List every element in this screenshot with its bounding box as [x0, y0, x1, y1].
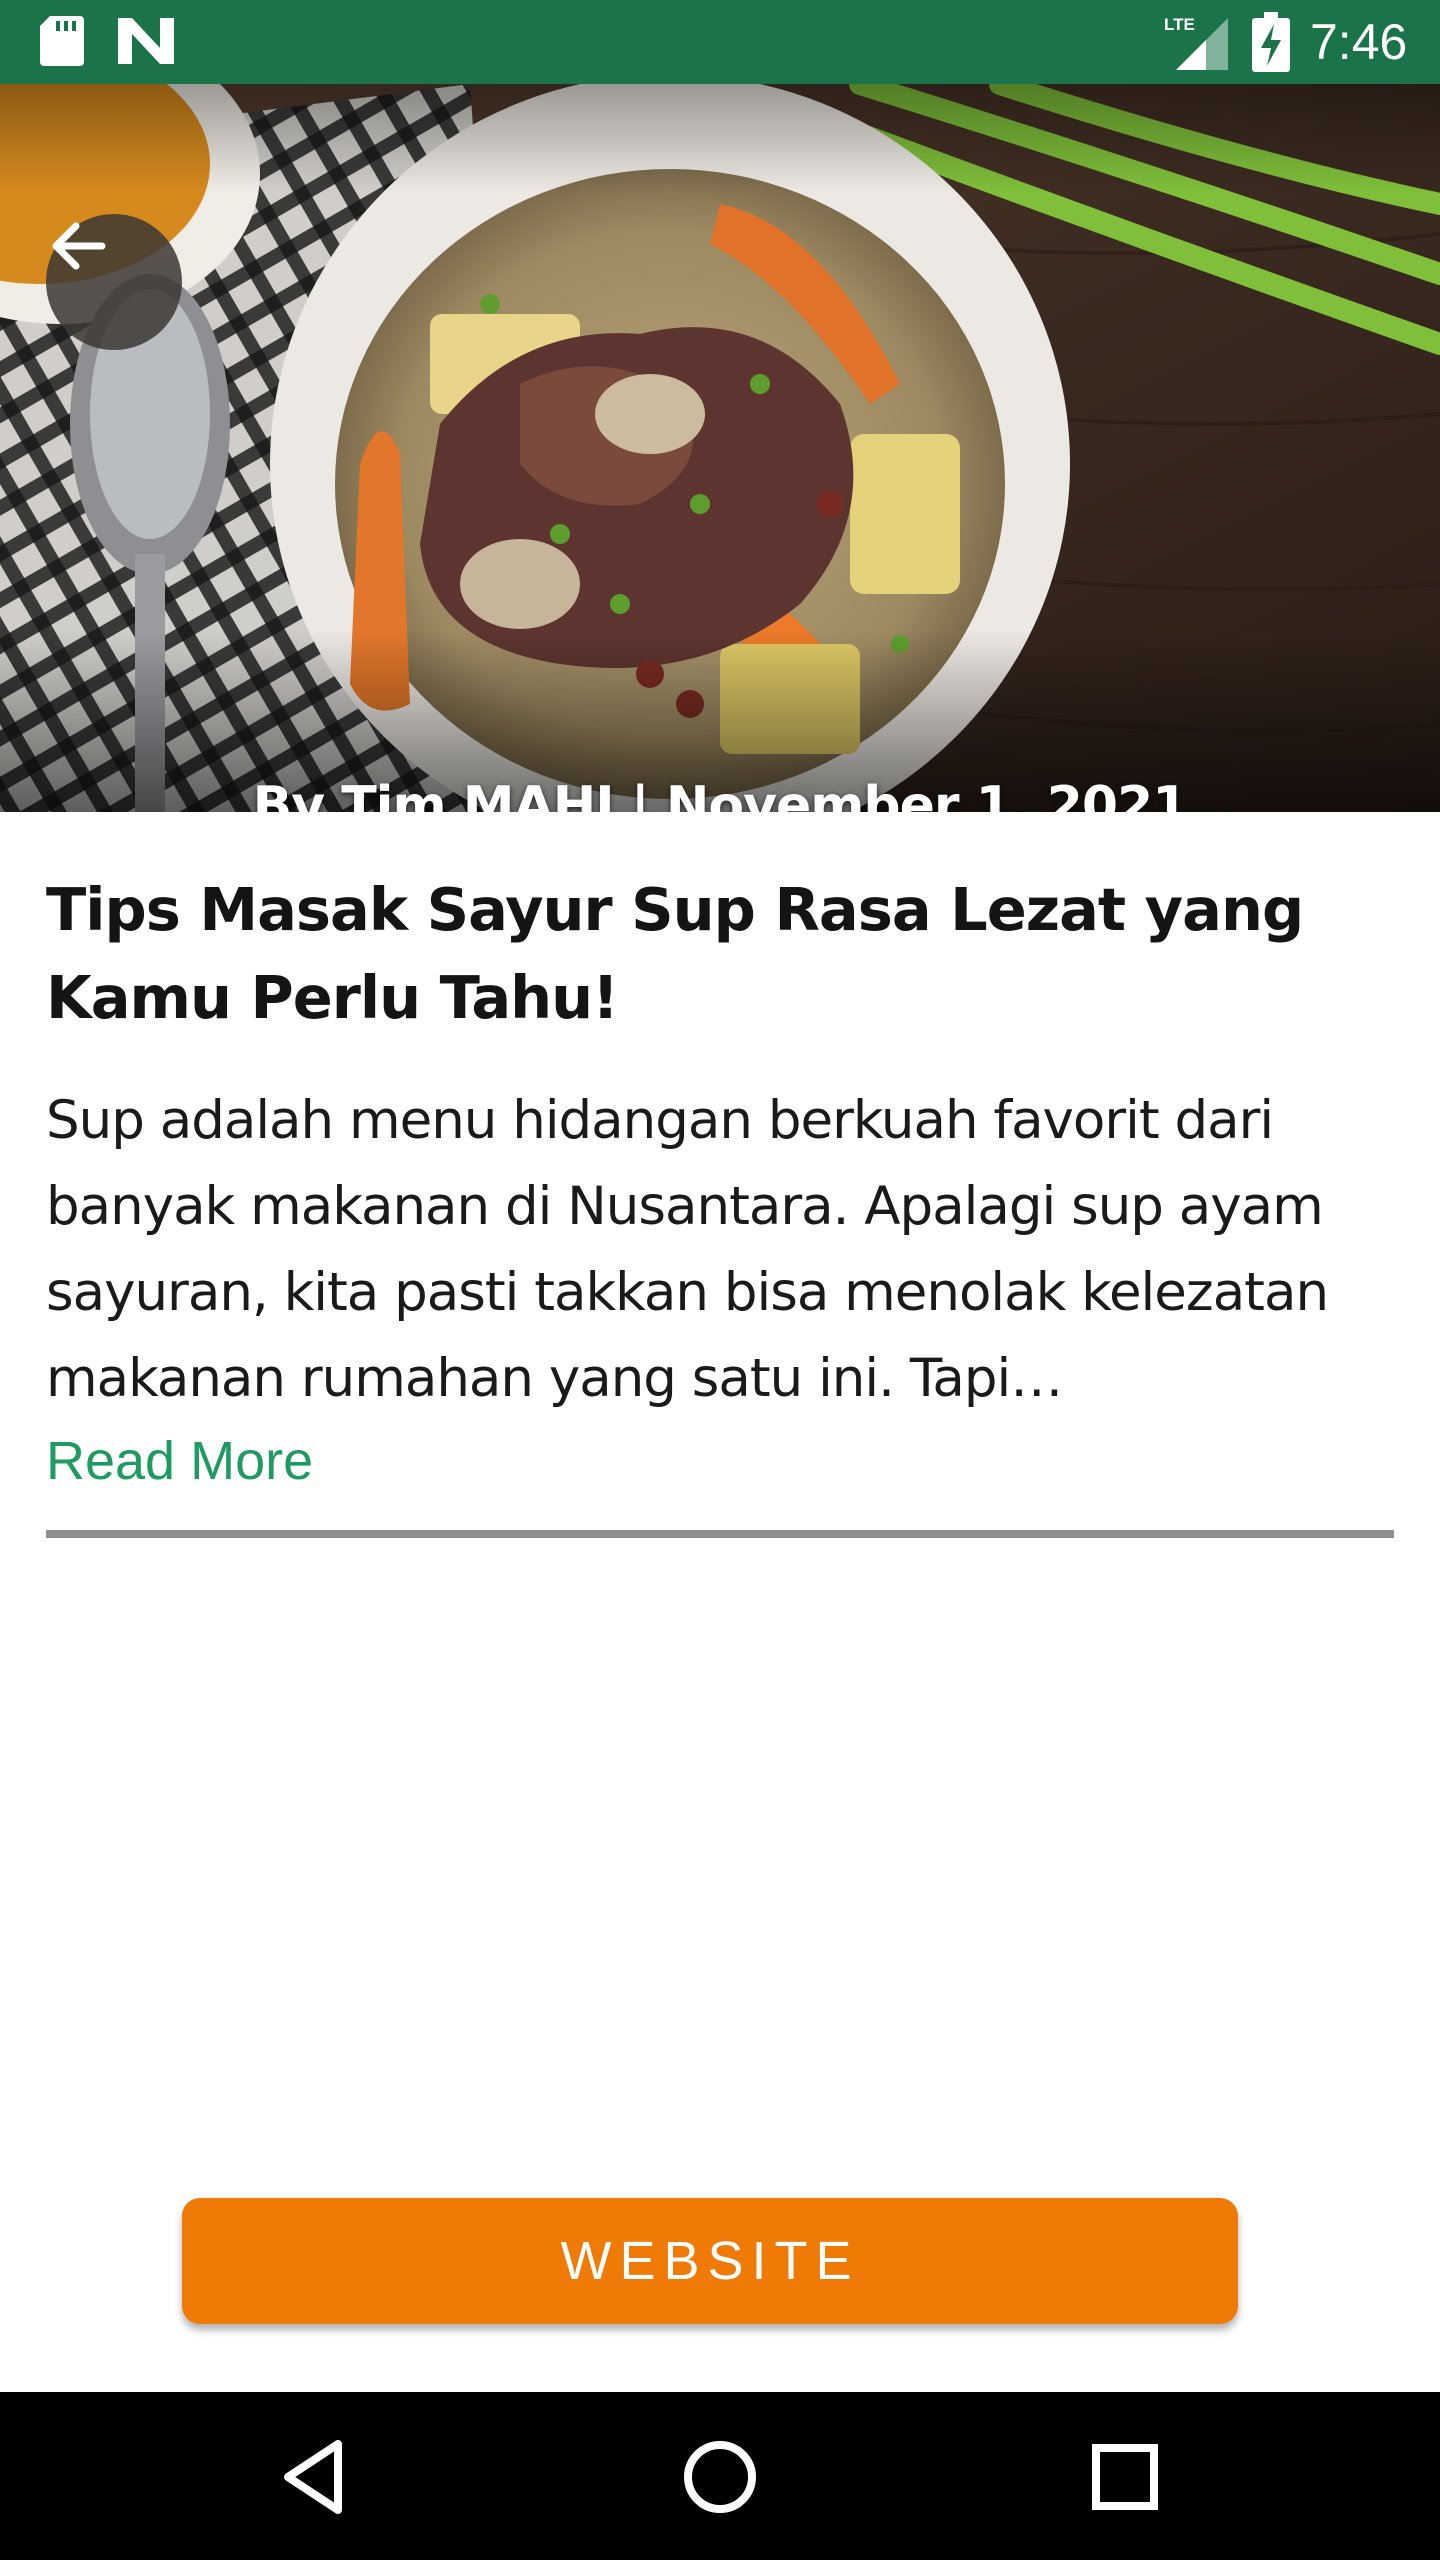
back-button[interactable]	[46, 214, 182, 350]
back-triangle-icon[interactable]	[270, 2432, 360, 2522]
arrow-left-icon	[52, 222, 106, 270]
article-title: Tips Masak Sayur Sup Rasa Lezat yang Kam…	[46, 875, 1304, 1032]
lte-signal-icon: LTE	[1164, 15, 1228, 70]
n-notification-icon	[118, 18, 174, 64]
article-excerpt: Sup adalah menu hidangan berkuah favorit…	[46, 1090, 1329, 1409]
battery-charging-icon	[1252, 12, 1290, 72]
home-circle-icon[interactable]	[675, 2432, 765, 2522]
svg-text:LTE: LTE	[1164, 15, 1195, 34]
sd-card-icon	[40, 16, 84, 66]
article-byline: By Tim MAHI | November 1, 2021	[252, 776, 1189, 812]
read-more-link[interactable]: Read More	[46, 1422, 313, 1500]
soup-bowl-image	[0, 84, 1440, 812]
status-bar: LTE 7:46	[0, 0, 1440, 84]
status-clock: 7:46	[1310, 14, 1408, 70]
website-button[interactable]: WEBSITE	[182, 2198, 1238, 2324]
hero-image: By Tim MAHI | November 1, 2021	[0, 84, 1440, 812]
recents-square-icon[interactable]	[1080, 2432, 1170, 2522]
navigation-bar	[0, 2392, 1440, 2560]
divider	[46, 1530, 1394, 1538]
